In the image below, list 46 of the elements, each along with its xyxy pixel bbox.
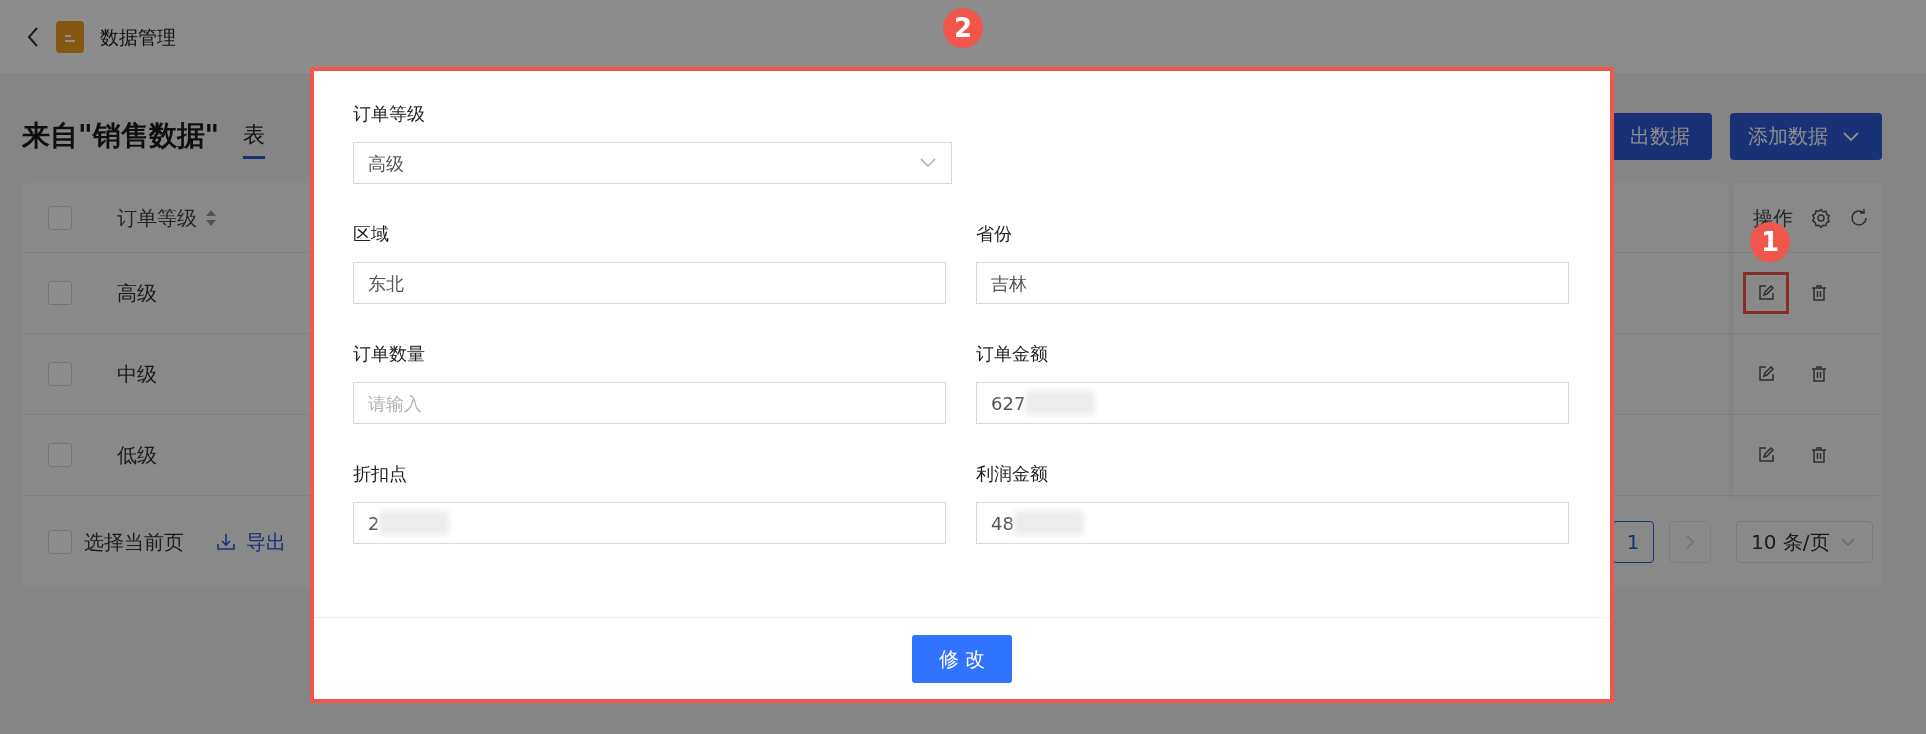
trash-icon[interactable] [1809, 283, 1829, 303]
refresh-icon[interactable] [1849, 207, 1869, 228]
edit-button[interactable] [1743, 272, 1789, 314]
table-cell-text: 高级 [117, 280, 157, 307]
column-header[interactable]: 订单等级 [117, 202, 217, 233]
edit-icon[interactable] [1756, 445, 1776, 465]
field-label: 订单等级 [353, 102, 426, 126]
trash-icon[interactable] [1809, 364, 1829, 384]
input-field[interactable]: 48 [976, 502, 1569, 544]
edit-icon[interactable] [1756, 283, 1776, 303]
chevron-down-icon [1842, 130, 1860, 142]
chevron-down-icon [1839, 536, 1856, 547]
input-field[interactable]: 2 [353, 502, 946, 544]
edit-icon[interactable] [1756, 364, 1776, 384]
input-field[interactable]: 627 [976, 382, 1569, 424]
checkbox[interactable] [48, 362, 72, 386]
export-link[interactable]: 导出 [216, 526, 286, 557]
field-label: 订单数量 [353, 342, 426, 366]
field-label: 区域 [353, 222, 390, 246]
chevron-right-icon [1685, 533, 1695, 550]
checkbox[interactable] [48, 205, 72, 230]
page-size-select[interactable]: 10 条/页 [1736, 520, 1873, 563]
field-label: 折扣点 [353, 462, 408, 486]
checkbox[interactable] [48, 529, 72, 554]
table-cell-text: 中级 [117, 361, 157, 388]
page-title: 来自"销售数据" [22, 118, 220, 154]
back-icon[interactable] [26, 26, 40, 48]
toolbar-button[interactable]: 添加数据 [1730, 112, 1882, 160]
trash-icon[interactable] [1809, 445, 1829, 465]
download-icon [216, 531, 236, 552]
field-label: 订单金额 [976, 342, 1049, 366]
submit-button[interactable]: 修 改 [912, 634, 1012, 683]
field-label: 省份 [976, 222, 1013, 246]
select-page-label: 选择当前页 [84, 528, 184, 556]
checkbox[interactable] [48, 443, 72, 467]
settings-icon[interactable] [1811, 207, 1831, 228]
field-label: 利润金额 [976, 462, 1049, 486]
app-title: 数据管理 [100, 24, 176, 50]
document-icon [56, 21, 84, 53]
chevron-down-icon [919, 157, 937, 169]
select-field[interactable]: 高级 [353, 142, 952, 184]
table-cell-text: 低级 [117, 442, 157, 469]
input-field[interactable]: 吉林 [976, 262, 1569, 304]
tab[interactable]: 表 [243, 113, 266, 159]
input-field[interactable]: 东北 [353, 262, 946, 304]
checkbox[interactable] [48, 281, 72, 305]
